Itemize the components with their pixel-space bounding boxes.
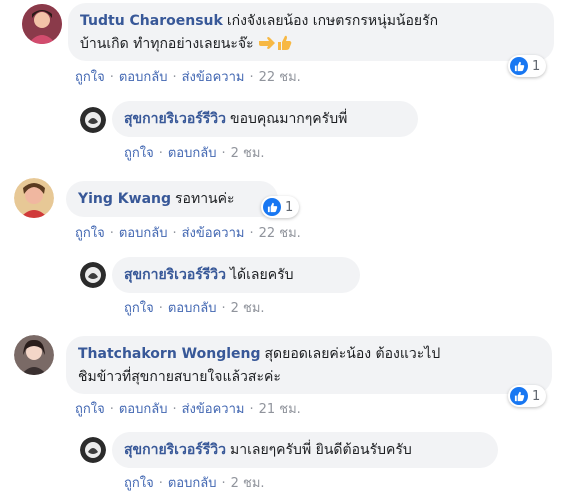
separator: ·: [158, 146, 163, 161]
timestamp[interactable]: 2 ชม.: [231, 476, 265, 491]
reply-bubble: สุขกายริเวอร์รีวิว ขอบคุณมากๆครับพี่: [112, 101, 418, 137]
message-link[interactable]: ส่งข้อความ: [182, 402, 245, 417]
separator: ·: [172, 402, 177, 417]
comment-thread: Tudtu Charoensuk เก่งจังเลยน้อง เกษตรกรหน…: [0, 0, 578, 492]
like-link[interactable]: ถูกใจ: [124, 301, 154, 316]
like-reaction-icon: [510, 57, 528, 75]
reaction-count-text: 1: [285, 199, 294, 215]
like-reaction-icon: [263, 198, 281, 216]
reply-link[interactable]: ตอบกลับ: [119, 70, 168, 85]
reply-author[interactable]: สุขกายริเวอร์รีวิว: [124, 442, 226, 458]
reply-bubble: สุขกายริเวอร์รีวิว ได้เลยครับ: [112, 257, 360, 293]
comment-actions: ถูกใจ · ตอบกลับ · ส่งข้อความ · 22 ชม.: [75, 66, 301, 87]
separator: ·: [221, 476, 226, 491]
comment-text: เก่งจังเลยน้อง เกษตรกรหนุ่มน้อยรัก: [226, 13, 439, 29]
separator: ·: [221, 301, 226, 316]
message-link[interactable]: ส่งข้อความ: [182, 226, 245, 241]
comment-text: บ้านเกิด ทำทุกอย่างเลยนะจ๊ะ: [80, 36, 254, 52]
separator: ·: [221, 146, 226, 161]
comment-author[interactable]: Ying Kwang: [78, 191, 171, 207]
separator: ·: [158, 301, 163, 316]
message-link[interactable]: ส่งข้อความ: [182, 70, 245, 85]
separator: ·: [158, 476, 163, 491]
avatar[interactable]: [14, 178, 54, 218]
avatar[interactable]: [14, 335, 54, 375]
reply-author[interactable]: สุขกายริเวอร์รีวิว: [124, 267, 226, 283]
reaction-count-text: 1: [532, 58, 541, 74]
timestamp[interactable]: 21 ชม.: [259, 402, 301, 417]
separator: ·: [172, 70, 177, 85]
comment-text: ชิมข้าวที่สุขกายสบายใจแล้วสะค่ะ: [78, 369, 281, 385]
separator: ·: [249, 226, 254, 241]
reply-text: มาเลยๆครับพี่ ยินดีต้อนรับครับ: [230, 442, 412, 458]
reply-text: ได้เลยครับ: [230, 267, 294, 283]
reaction-count-text: 1: [532, 388, 541, 404]
like-link[interactable]: ถูกใจ: [75, 402, 105, 417]
reply-actions: ถูกใจ · ตอบกลับ · 2 ชม.: [124, 297, 265, 318]
timestamp[interactable]: 22 ชม.: [259, 70, 301, 85]
comment-bubble: Tudtu Charoensuk เก่งจังเลยน้อง เกษตรกรหน…: [68, 3, 554, 61]
reply-text: ขอบคุณมากๆครับพี่: [230, 111, 348, 127]
like-link[interactable]: ถูกใจ: [75, 226, 105, 241]
reply-link[interactable]: ตอบกลับ: [168, 476, 217, 491]
separator: ·: [249, 70, 254, 85]
point-right-icon: [258, 35, 276, 59]
separator: ·: [249, 402, 254, 417]
reply-link[interactable]: ตอบกลับ: [168, 301, 217, 316]
reply-actions: ถูกใจ · ตอบกลับ · 2 ชม.: [124, 472, 265, 493]
avatar[interactable]: [22, 4, 62, 44]
comment-actions: ถูกใจ · ตอบกลับ · ส่งข้อความ · 22 ชม.: [75, 222, 301, 243]
reply-author[interactable]: สุขกายริเวอร์รีวิว: [124, 111, 226, 127]
like-link[interactable]: ถูกใจ: [124, 476, 154, 491]
separator: ·: [172, 226, 177, 241]
reaction-count[interactable]: 1: [261, 196, 299, 218]
like-link[interactable]: ถูกใจ: [124, 146, 154, 161]
reaction-count[interactable]: 1: [508, 385, 546, 407]
timestamp[interactable]: 2 ชม.: [231, 301, 265, 316]
timestamp[interactable]: 22 ชม.: [259, 226, 301, 241]
comment-bubble: Thatchakorn Wongleng สุดยอดเลยค่ะน้อง ต้อ…: [66, 336, 552, 394]
separator: ·: [109, 70, 114, 85]
reply-actions: ถูกใจ · ตอบกลับ · 2 ชม.: [124, 142, 265, 163]
avatar[interactable]: [80, 262, 106, 288]
reaction-count[interactable]: 1: [508, 55, 546, 77]
like-reaction-icon: [510, 387, 528, 405]
avatar[interactable]: [80, 437, 106, 463]
thumbs-up-icon: [276, 34, 292, 59]
comment-text: สุดยอดเลยค่ะน้อง ต้องแวะไป: [264, 346, 441, 362]
avatar[interactable]: [80, 107, 106, 133]
reply-bubble: สุขกายริเวอร์รีวิว มาเลยๆครับพี่ ยินดีต้อ…: [112, 432, 498, 468]
comment-text: รอทานค่ะ: [175, 191, 235, 207]
timestamp[interactable]: 2 ชม.: [231, 146, 265, 161]
separator: ·: [109, 402, 114, 417]
separator: ·: [109, 226, 114, 241]
reply-link[interactable]: ตอบกลับ: [119, 226, 168, 241]
like-link[interactable]: ถูกใจ: [75, 70, 105, 85]
comment-author[interactable]: Tudtu Charoensuk: [80, 13, 223, 29]
comment-author[interactable]: Thatchakorn Wongleng: [78, 346, 261, 362]
reply-link[interactable]: ตอบกลับ: [119, 402, 168, 417]
comment-bubble: Ying Kwang รอทานค่ะ: [66, 181, 278, 217]
comment-actions: ถูกใจ · ตอบกลับ · ส่งข้อความ · 21 ชม.: [75, 398, 301, 419]
reply-link[interactable]: ตอบกลับ: [168, 146, 217, 161]
